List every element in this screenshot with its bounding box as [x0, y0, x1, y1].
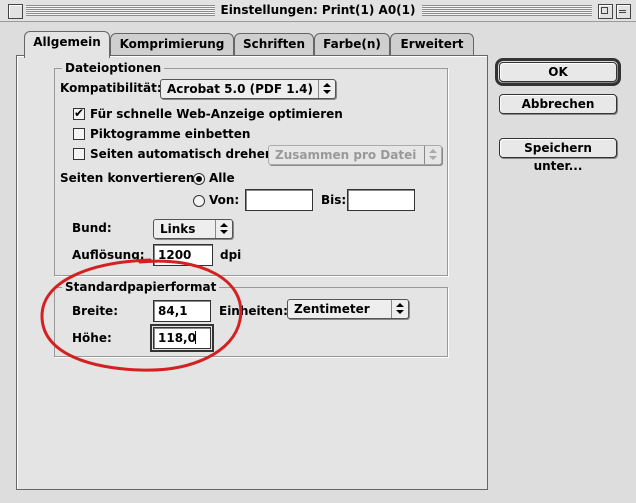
einheiten-value: Zentimeter — [294, 302, 370, 316]
abbrechen-button[interactable]: Abbrechen — [499, 94, 617, 114]
ok-button[interactable]: OK — [495, 58, 621, 86]
group-title-dateioptionen: Dateioptionen — [62, 61, 165, 75]
text-caret — [194, 331, 196, 344]
collapse-box-icon[interactable] — [616, 4, 631, 19]
bis-field[interactable] — [347, 189, 415, 211]
web-optimieren-checkbox[interactable] — [73, 106, 85, 120]
seiten-konvertieren-label: Seiten konvertieren: — [60, 171, 200, 185]
bund-label: Bund: — [72, 221, 112, 235]
popup-arrows-icon — [215, 220, 232, 238]
auto-drehen-popup: Zusammen pro Datei — [268, 145, 442, 165]
popup-arrows-icon — [318, 80, 335, 98]
piktogramme-label: Piktogramme einbetten — [90, 127, 251, 141]
aufloesung-unit: dpi — [220, 248, 242, 262]
kompatibilitaet-popup[interactable]: Acrobat 5.0 (PDF 1.4) — [160, 79, 336, 99]
piktogramme-checkbox[interactable] — [73, 128, 85, 140]
window-title-bar[interactable]: Einstellungen: Print(1) A0(1) — [0, 0, 636, 22]
bund-popup[interactable]: Links — [153, 219, 233, 239]
hoehe-value: 118,0 — [158, 331, 196, 345]
group-standardpapierformat — [54, 287, 448, 357]
radio-alle[interactable] — [193, 173, 205, 185]
aufloesung-field[interactable]: 1200 — [153, 244, 213, 266]
von-label: Von: — [209, 193, 240, 207]
von-field[interactable] — [245, 189, 313, 211]
web-optimieren-label: Für schnelle Web-Anzeige optimieren — [90, 107, 343, 121]
tab-erweitert[interactable]: Erweitert — [390, 33, 474, 56]
breite-label: Breite: — [72, 304, 118, 318]
kompatibilitaet-label: Kompatibilität: — [60, 81, 162, 95]
einheiten-popup[interactable]: Zentimeter — [287, 299, 409, 319]
speichern-unter-button[interactable]: Speichern unter... — [499, 138, 617, 173]
tab-schriften[interactable]: Schriften — [234, 33, 314, 56]
popup-arrows-icon — [424, 146, 441, 164]
aufloesung-label: Auflösung: — [72, 248, 145, 262]
breite-field[interactable]: 84,1 — [153, 300, 211, 322]
tab-komprimierung[interactable]: Komprimierung — [110, 33, 234, 56]
kompatibilitaet-value: Acrobat 5.0 (PDF 1.4) — [167, 82, 313, 96]
bund-value: Links — [160, 222, 196, 236]
alle-label: Alle — [209, 171, 235, 185]
auto-drehen-value: Zusammen pro Datei — [275, 148, 417, 162]
bis-label: Bis: — [321, 193, 347, 207]
auto-drehen-label: Seiten automatisch drehen: — [90, 147, 279, 161]
group-title-standardpapierformat: Standardpapierformat — [62, 280, 220, 294]
zoom-box-icon[interactable] — [598, 4, 613, 19]
popup-arrows-icon — [391, 300, 408, 318]
einheiten-label: Einheiten: — [219, 304, 288, 318]
tab-allgemein[interactable]: Allgemein — [24, 31, 110, 58]
radio-von[interactable] — [193, 195, 205, 207]
auto-drehen-checkbox[interactable] — [73, 148, 85, 160]
hoehe-label: Höhe: — [72, 331, 112, 345]
window-title: Einstellungen: Print(1) A0(1) — [214, 3, 422, 17]
tab-farben[interactable]: Farbe(n) — [314, 33, 390, 56]
hoehe-field[interactable]: 118,0 — [150, 324, 214, 352]
